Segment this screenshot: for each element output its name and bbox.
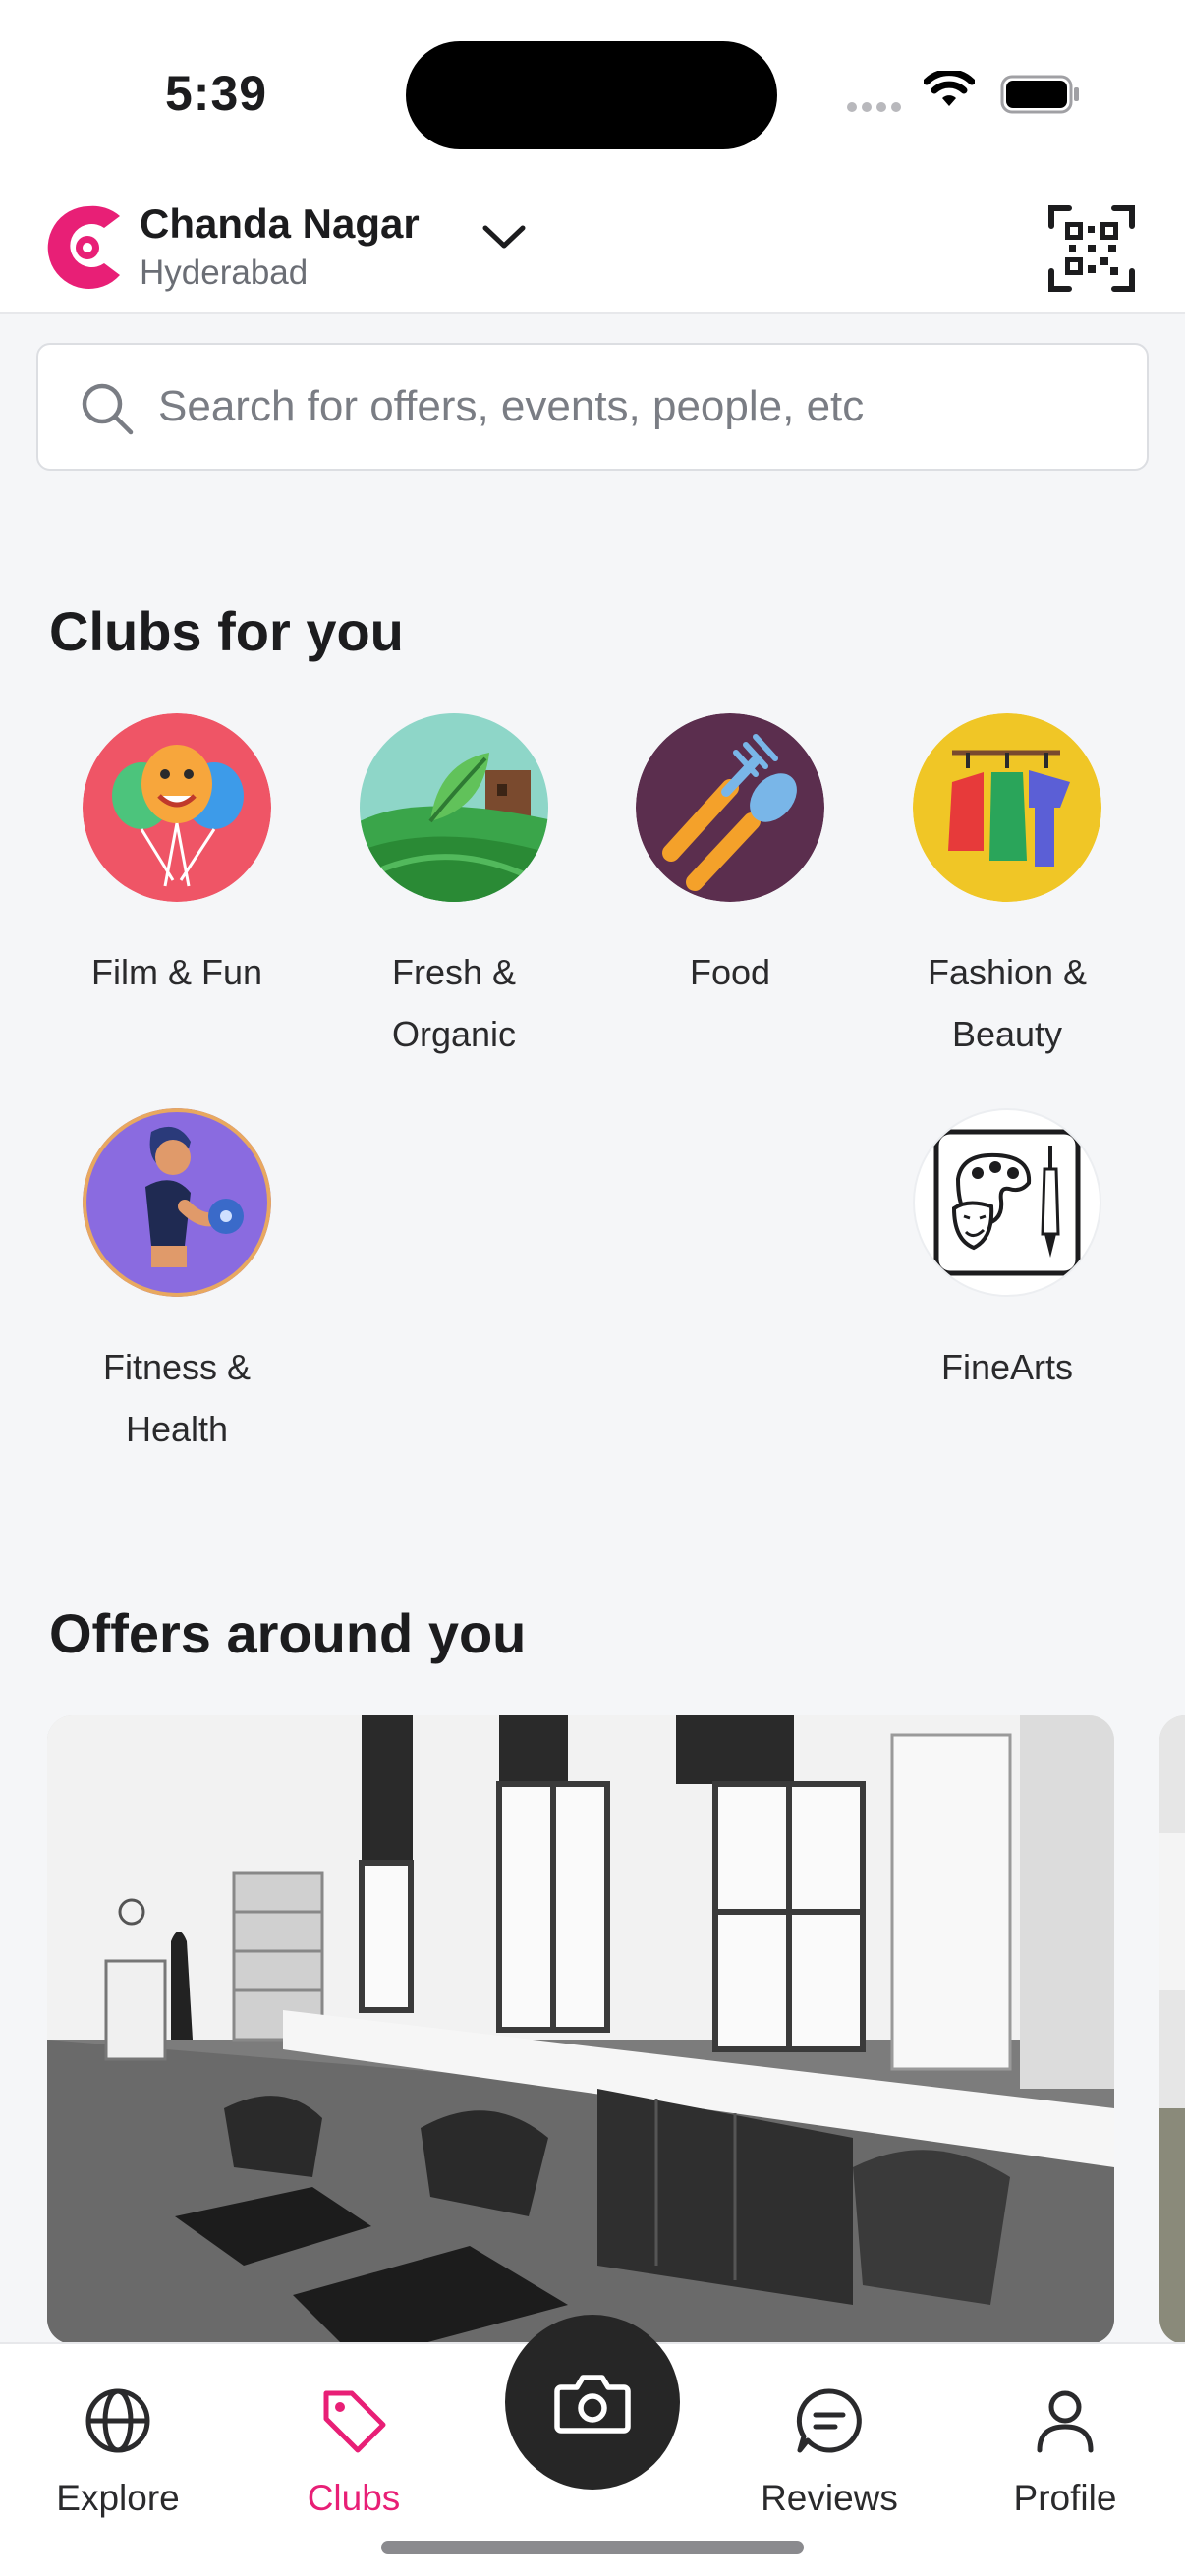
search-icon — [82, 383, 134, 435]
qr-code-icon[interactable] — [1047, 204, 1136, 293]
home-indicator[interactable] — [381, 2541, 804, 2554]
camera-button[interactable] — [505, 2315, 680, 2490]
club-item-fitness-health[interactable]: Fitness & Health — [59, 1108, 295, 1460]
clothes-rack-icon — [913, 713, 1101, 902]
farm-icon — [360, 713, 548, 902]
location-name[interactable]: Chanda Nagar — [140, 200, 420, 248]
club-label: Film & Fun — [90, 952, 263, 992]
location-header: Chanda Nagar Hyderabad — [0, 187, 1185, 314]
app-logo-icon — [47, 205, 120, 289]
club-item-film-fun[interactable]: Film & Fun — [59, 713, 295, 1003]
nav-label: Explore — [56, 2478, 180, 2518]
club-item-food[interactable]: Food — [612, 713, 848, 1003]
palette-masks-icon — [913, 1108, 1101, 1297]
clubs-section-title: Clubs for you — [49, 600, 404, 662]
dynamic-island — [406, 41, 777, 149]
balloons-icon — [83, 713, 271, 902]
chevron-down-icon[interactable] — [478, 210, 531, 263]
club-label: FineArts — [940, 1347, 1074, 1387]
wifi-icon — [924, 71, 975, 106]
club-item-fresh-organic[interactable]: Fresh & Organic — [336, 713, 572, 1065]
salon-photo — [47, 1715, 1114, 2344]
club-item-finearts[interactable]: FineArts — [889, 1108, 1125, 1398]
signal-icon — [847, 102, 901, 112]
status-bar: 5:39 — [0, 0, 1185, 187]
battery-icon — [1000, 75, 1079, 114]
nav-tab-clubs[interactable]: Clubs — [255, 2385, 452, 2519]
fork-spoon-icon — [636, 713, 824, 902]
dumbbell-woman-icon — [83, 1108, 271, 1297]
offer-card-next[interactable] — [1159, 1715, 1185, 2344]
club-label: Fresh & Organic — [391, 952, 517, 1054]
club-item-fashion-beauty[interactable]: Fashion & Beauty — [889, 713, 1125, 1065]
offer-card[interactable] — [47, 1715, 1114, 2344]
app-screen: 5:39 Chanda Nagar Hyderabad Search for o… — [0, 0, 1185, 2576]
nav-tab-profile[interactable]: Profile — [967, 2385, 1163, 2519]
tag-icon — [323, 2390, 386, 2453]
person-icon — [1037, 2390, 1094, 2453]
search-placeholder: Search for offers, events, people, etc — [158, 382, 865, 430]
nav-tab-explore[interactable]: Explore — [20, 2385, 216, 2519]
club-label: Fashion & Beauty — [927, 952, 1088, 1054]
nav-label: Clubs — [307, 2478, 401, 2518]
search-input[interactable]: Search for offers, events, people, etc — [36, 343, 1149, 471]
location-city[interactable]: Hyderabad — [140, 253, 308, 293]
offers-section-title: Offers around you — [49, 1602, 527, 1664]
globe-icon — [85, 2388, 150, 2453]
status-time: 5:39 — [165, 66, 268, 121]
nav-label: Reviews — [761, 2478, 898, 2518]
club-label: Food — [689, 952, 771, 992]
chat-icon — [796, 2388, 862, 2453]
nav-tab-reviews[interactable]: Reviews — [731, 2385, 928, 2519]
club-label: Fitness & Health — [102, 1347, 252, 1449]
camera-icon — [554, 2375, 631, 2434]
nav-label: Profile — [1013, 2478, 1117, 2518]
